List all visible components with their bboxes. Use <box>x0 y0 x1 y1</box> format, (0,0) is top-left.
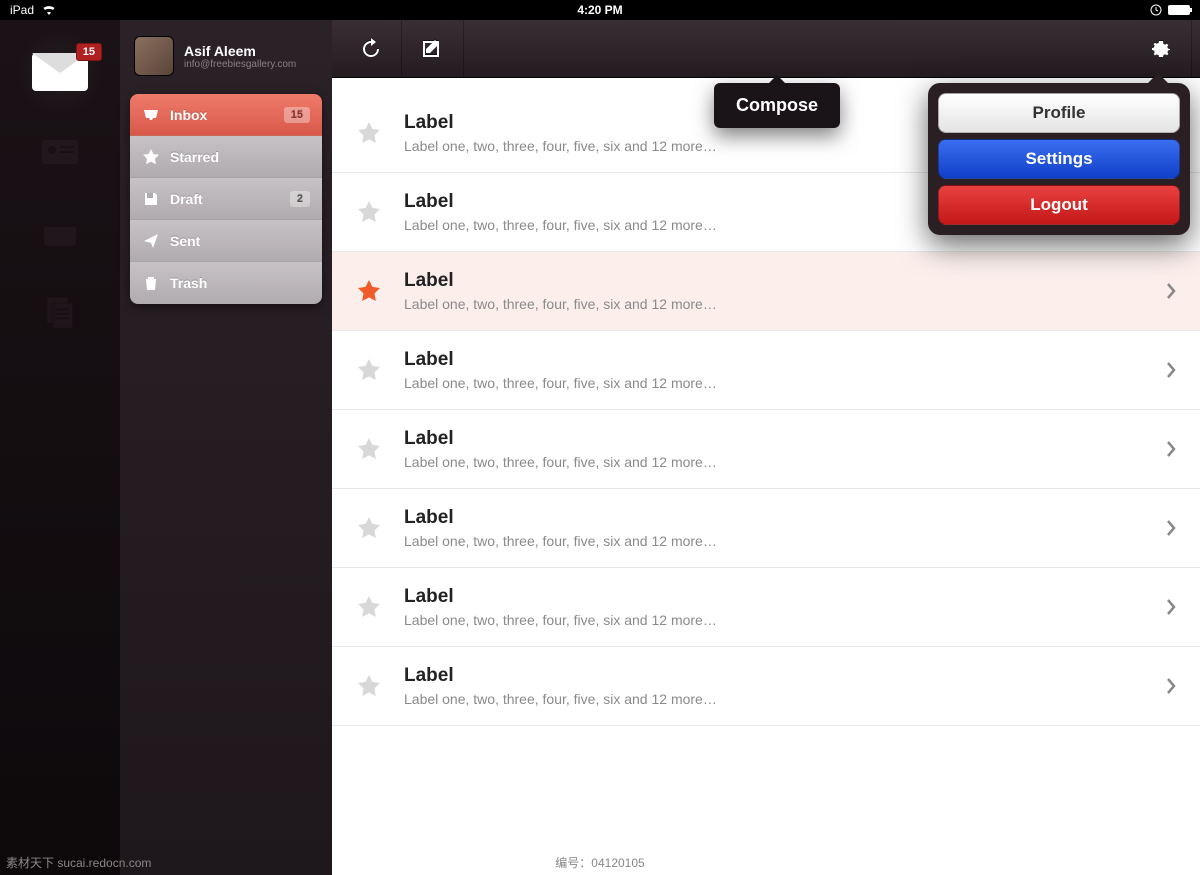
battery-icon <box>1168 5 1190 15</box>
message-title: Label <box>404 428 1144 450</box>
star-icon[interactable] <box>356 120 382 146</box>
message-row[interactable]: Label Label one, two, three, four, five,… <box>332 252 1200 331</box>
clock-icon <box>1150 4 1162 16</box>
folder-label: Inbox <box>170 107 207 123</box>
trash-icon <box>142 274 160 292</box>
rail-contacts[interactable] <box>10 112 110 192</box>
popover-settings[interactable]: Settings <box>938 139 1180 179</box>
gear-icon <box>1149 37 1173 61</box>
message-title: Label <box>404 665 1144 687</box>
settings-popover: Profile Settings Logout <box>928 83 1190 235</box>
refresh-icon <box>359 37 383 61</box>
message-subtitle: Label one, two, three, four, five, six a… <box>404 375 1144 391</box>
message-row[interactable]: Label Label one, two, three, four, five,… <box>332 331 1200 410</box>
avatar <box>134 36 174 76</box>
compose-button[interactable] <box>402 20 464 78</box>
message-subtitle: Label one, two, three, four, five, six a… <box>404 454 1144 470</box>
chevron-right-icon <box>1166 599 1176 615</box>
message-body: Label Label one, two, three, four, five,… <box>404 665 1144 707</box>
mail-badge: 15 <box>76 43 102 61</box>
message-body: Label Label one, two, three, four, five,… <box>404 428 1144 470</box>
device-name: iPad <box>10 3 34 17</box>
star-icon[interactable] <box>356 594 382 620</box>
folder-label: Sent <box>170 233 200 249</box>
message-row[interactable]: Label Label one, two, three, four, five,… <box>332 489 1200 568</box>
documents-icon <box>38 294 82 330</box>
message-row[interactable]: Label Label one, two, three, four, five,… <box>332 568 1200 647</box>
popover-profile[interactable]: Profile <box>938 93 1180 133</box>
inbox-icon <box>142 106 160 124</box>
chevron-right-icon <box>1166 520 1176 536</box>
star-icon[interactable] <box>356 436 382 462</box>
profile-name: Asif Aleem <box>184 43 296 59</box>
star-icon[interactable] <box>356 673 382 699</box>
message-subtitle: Label one, two, three, four, five, six a… <box>404 533 1144 549</box>
compose-tooltip: Compose <box>714 83 840 128</box>
calendar-icon <box>38 214 82 250</box>
folder-badge: 2 <box>290 191 310 207</box>
folder-starred[interactable]: Starred <box>130 136 322 178</box>
sent-icon <box>142 232 160 250</box>
message-subtitle: Label one, two, three, four, five, six a… <box>404 296 1144 312</box>
settings-button[interactable] <box>1130 20 1192 78</box>
message-subtitle: Label one, two, three, four, five, six a… <box>404 612 1144 628</box>
wifi-icon <box>42 5 56 15</box>
folder-trash[interactable]: Trash <box>130 262 322 304</box>
chevron-right-icon <box>1166 678 1176 694</box>
folder-label: Trash <box>170 275 207 291</box>
message-row[interactable]: Label Label one, two, three, four, five,… <box>332 647 1200 726</box>
message-body: Label Label one, two, three, four, five,… <box>404 270 1144 312</box>
star-icon[interactable] <box>356 357 382 383</box>
watermark-center: 编号：04120105 <box>555 854 644 871</box>
message-body: Label Label one, two, three, four, five,… <box>404 507 1144 549</box>
content-area: Compose Profile Settings Logout Label La… <box>332 20 1200 875</box>
status-bar: iPad 4:20 PM <box>0 0 1200 20</box>
folder-badge: 15 <box>284 107 310 123</box>
clock: 4:20 PM <box>577 3 622 17</box>
message-body: Label Label one, two, three, four, five,… <box>404 349 1144 391</box>
refresh-button[interactable] <box>340 20 402 78</box>
message-title: Label <box>404 270 1144 292</box>
star-icon[interactable] <box>356 199 382 225</box>
folder-draft[interactable]: Draft 2 <box>130 178 322 220</box>
chevron-right-icon <box>1166 441 1176 457</box>
message-title: Label <box>404 349 1144 371</box>
folder-label: Draft <box>170 191 203 207</box>
folder-label: Starred <box>170 149 219 165</box>
rail-documents[interactable] <box>10 272 110 352</box>
profile-block[interactable]: Asif Aleem info@freebiesgallery.com <box>120 32 332 94</box>
rail-calendar[interactable] <box>10 192 110 272</box>
folder-sidebar: Asif Aleem info@freebiesgallery.com Inbo… <box>120 20 332 875</box>
message-row[interactable]: Label Label one, two, three, four, five,… <box>332 410 1200 489</box>
icon-rail: 15 <box>0 20 120 875</box>
compose-icon <box>421 37 445 61</box>
folder-list: Inbox 15 Starred Draft 2 Sent Trash <box>130 94 322 304</box>
watermark-left: 素材天下 sucai.redocn.com <box>6 854 151 871</box>
message-title: Label <box>404 586 1144 608</box>
star-icon[interactable] <box>356 278 382 304</box>
chevron-right-icon <box>1166 362 1176 378</box>
save-icon <box>142 190 160 208</box>
folder-sent[interactable]: Sent <box>130 220 322 262</box>
rail-mail[interactable]: 15 <box>10 32 110 112</box>
star-icon[interactable] <box>356 515 382 541</box>
message-subtitle: Label one, two, three, four, five, six a… <box>404 691 1144 707</box>
message-title: Label <box>404 507 1144 529</box>
folder-inbox[interactable]: Inbox 15 <box>130 94 322 136</box>
star-icon <box>142 148 160 166</box>
chevron-right-icon <box>1166 283 1176 299</box>
toolbar <box>332 20 1200 78</box>
popover-logout[interactable]: Logout <box>938 185 1180 225</box>
profile-email: info@freebiesgallery.com <box>184 59 296 70</box>
message-body: Label Label one, two, three, four, five,… <box>404 586 1144 628</box>
contacts-icon <box>38 134 82 170</box>
